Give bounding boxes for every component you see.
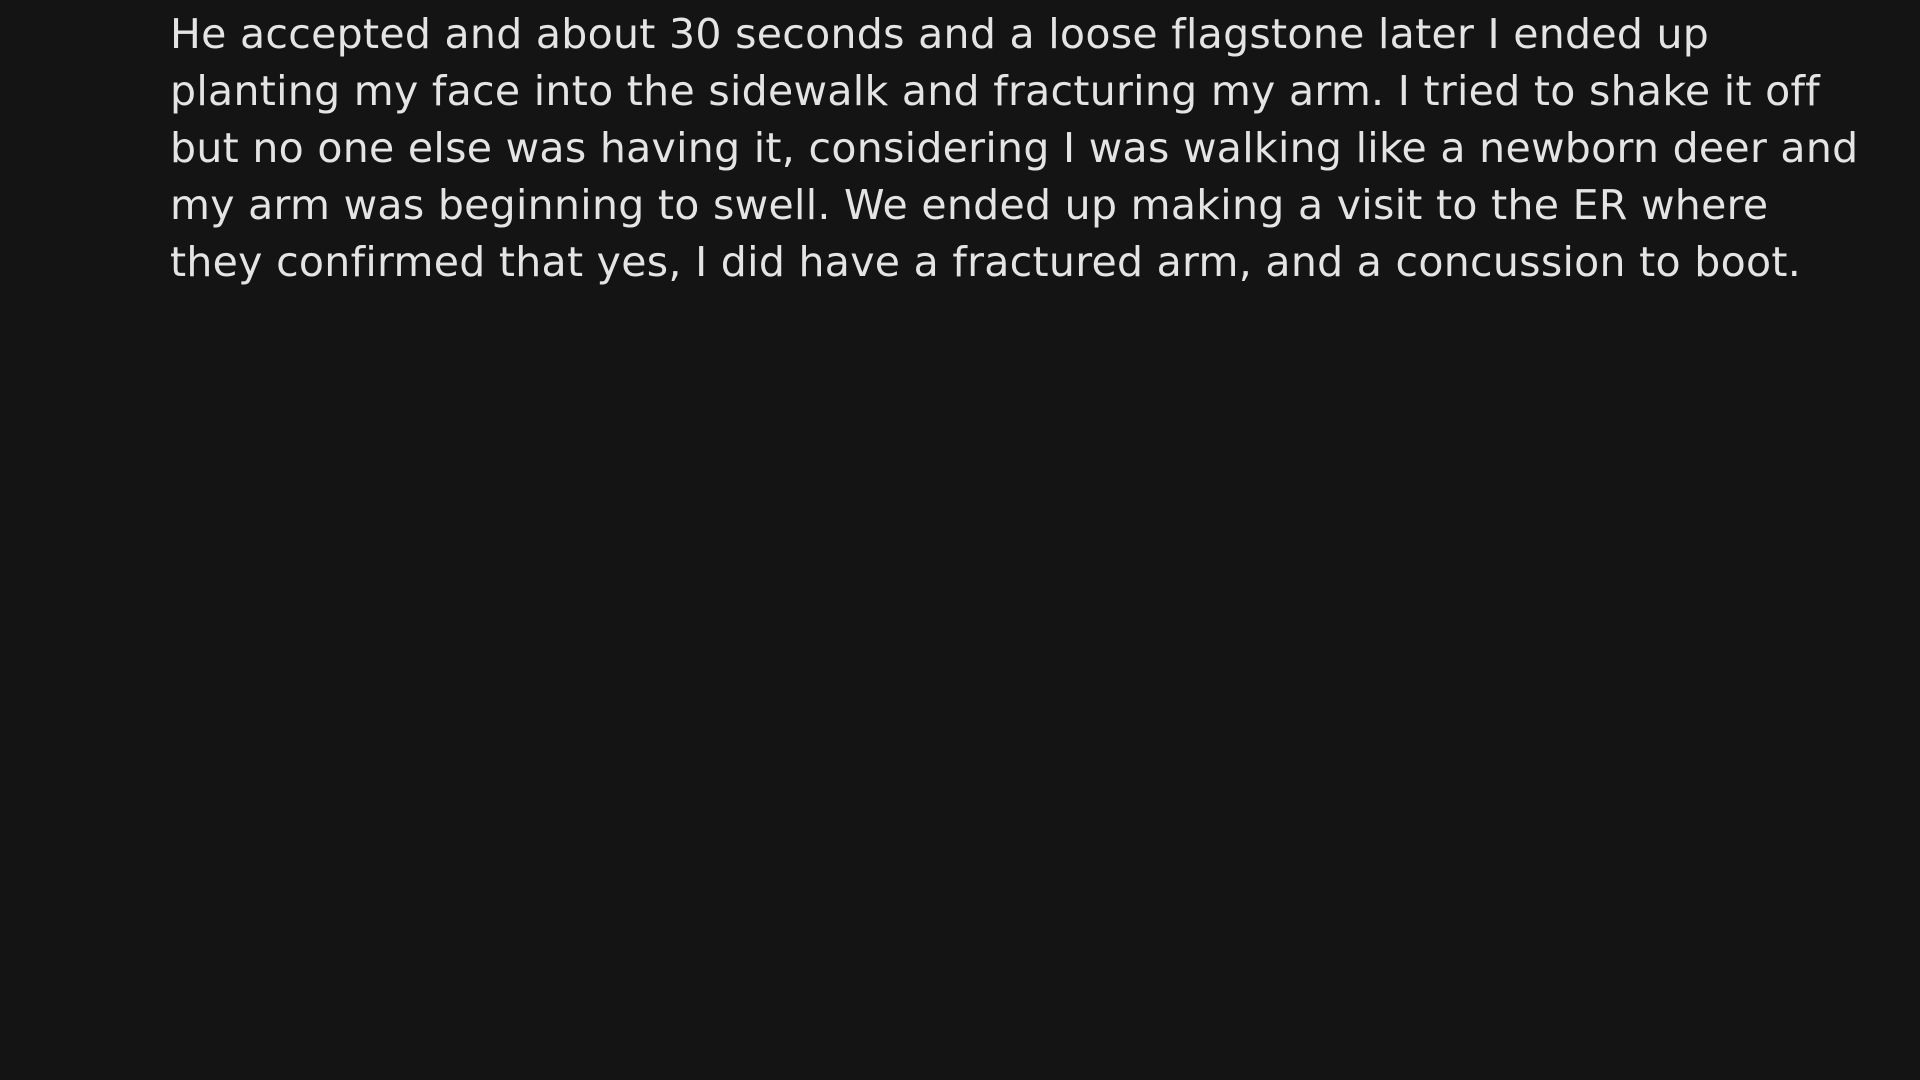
story-line-1: He accepted and about 30 seconds and a l…: [170, 10, 1710, 58]
story-line-3: but no one else was having it, consideri…: [170, 124, 1859, 172]
page: He accepted and about 30 seconds and a l…: [0, 0, 1920, 1080]
story-line-5: they confirmed that yes, I did have a fr…: [170, 238, 1802, 286]
story-line-2: planting my face into the sidewalk and f…: [170, 67, 1821, 115]
story-paragraph: He accepted and about 30 seconds and a l…: [170, 6, 1890, 291]
story-line-4: my arm was beginning to swell. We ended …: [170, 181, 1769, 229]
